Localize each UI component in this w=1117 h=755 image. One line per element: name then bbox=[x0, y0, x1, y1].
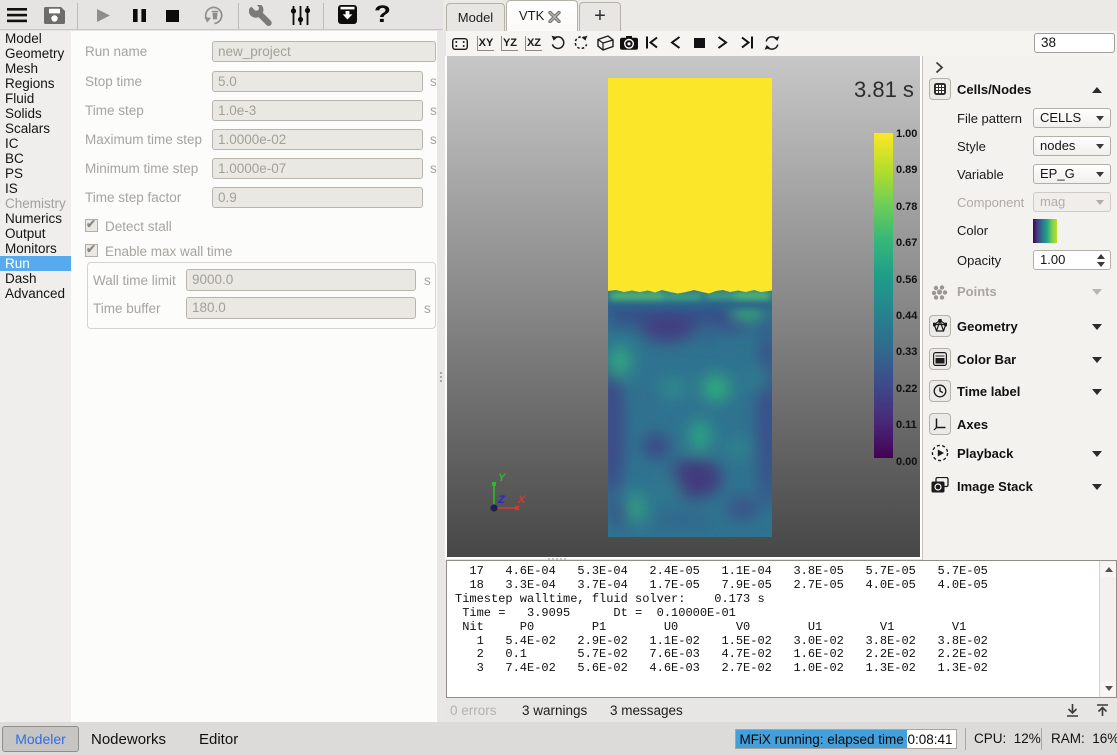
svg-text:Z: Z bbox=[497, 494, 506, 506]
svg-text:X: X bbox=[517, 494, 526, 506]
svg-text:Y: Y bbox=[498, 472, 507, 484]
